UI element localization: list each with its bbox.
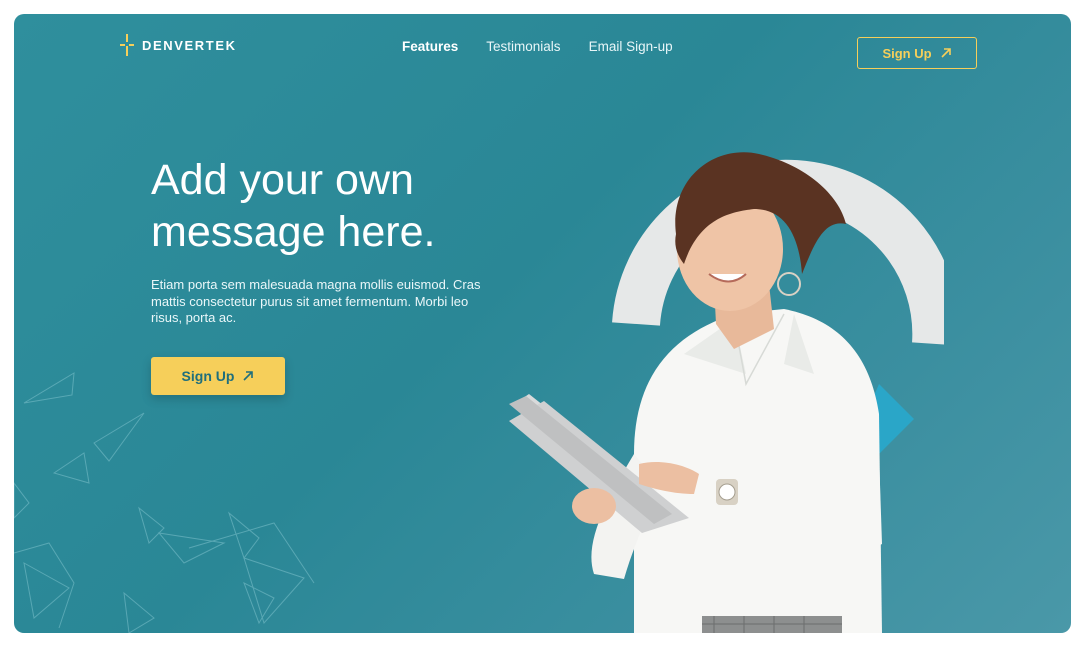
nav-item-features[interactable]: Features — [402, 39, 458, 54]
hero-body-text: Etiam porta sem malesuada magna mollis e… — [151, 277, 481, 325]
header-sign-up-button[interactable]: Sign Up — [857, 37, 977, 69]
cross-bracket-logo-icon — [120, 34, 134, 56]
hero-sign-up-button[interactable]: Sign Up — [151, 357, 285, 395]
brand-name: DENVERTEK — [142, 37, 237, 53]
hero-sign-up-label: Sign Up — [181, 368, 235, 384]
brand-logo[interactable]: DENVERTEK — [120, 34, 237, 56]
hero-headline: Add your own message here. — [151, 156, 436, 256]
landing-page: DENVERTEK Features Testimonials Email Si… — [14, 14, 1071, 633]
nav-item-testimonials[interactable]: Testimonials — [486, 39, 560, 54]
arrow-up-right-icon — [940, 48, 951, 58]
arrow-up-right-icon — [243, 371, 254, 381]
woman-using-tablet-photo — [509, 152, 944, 633]
nav-item-email-sign-up[interactable]: Email Sign-up — [589, 39, 673, 54]
main-nav: Features Testimonials Email Sign-up — [402, 39, 673, 54]
header-sign-up-label: Sign Up — [882, 45, 932, 61]
